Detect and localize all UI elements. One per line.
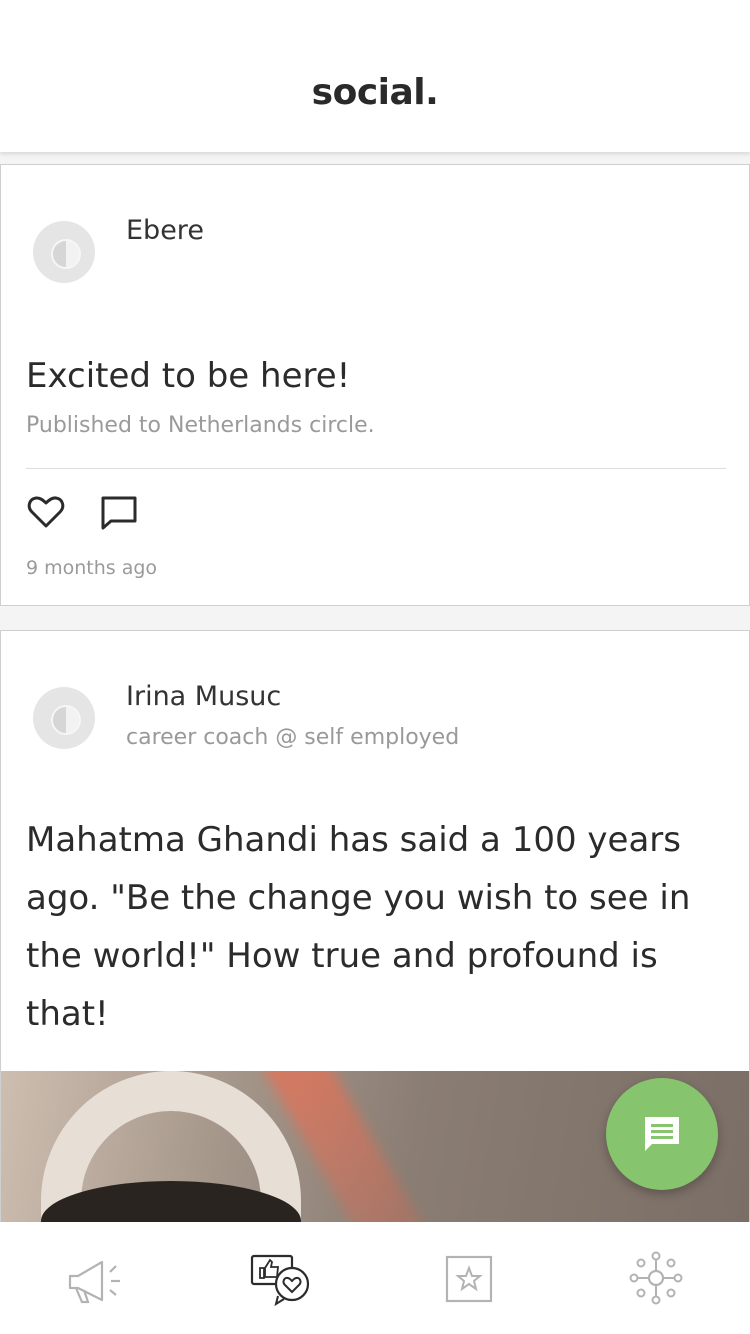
circle-link[interactable]: Netherlands	[168, 413, 302, 438]
megaphone-icon[interactable]	[62, 1250, 132, 1310]
author-name[interactable]: Irina Musuc	[126, 681, 281, 712]
comment-icon[interactable]	[99, 493, 139, 533]
post-text: Excited to be here!	[26, 356, 351, 396]
page-title: social.	[311, 72, 439, 113]
message-icon	[645, 1117, 679, 1151]
star-icon[interactable]	[434, 1250, 504, 1310]
avatar[interactable]	[33, 221, 95, 283]
app-header: social.	[0, 0, 750, 152]
divider	[26, 468, 726, 469]
network-icon[interactable]	[621, 1250, 691, 1310]
heart-icon[interactable]	[26, 492, 66, 532]
publish-prefix: Published to	[26, 413, 161, 438]
bottom-navigation	[0, 1222, 750, 1334]
post-card[interactable]: Ebere Excited to be here! Published to N…	[0, 164, 750, 606]
publish-suffix: circle.	[309, 413, 375, 438]
social-like-icon[interactable]	[248, 1250, 318, 1310]
publish-info: Published to Netherlands circle.	[26, 413, 375, 438]
new-post-button[interactable]	[606, 1078, 718, 1190]
author-subtitle: career coach @ self employed	[126, 725, 460, 750]
author-name[interactable]: Ebere	[126, 215, 204, 246]
post-timestamp: 9 months ago	[26, 557, 158, 579]
post-text: Mahatma Ghandi has said a 100 years ago.…	[26, 820, 691, 1034]
feed[interactable]: Ebere Excited to be here! Published to N…	[0, 164, 750, 1222]
avatar[interactable]	[33, 687, 95, 749]
